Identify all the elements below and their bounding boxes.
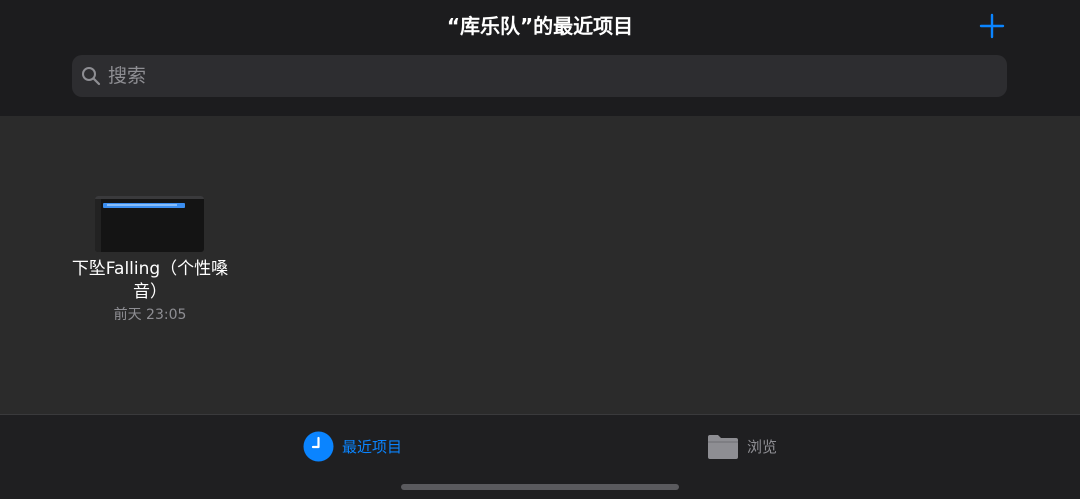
plus-icon bbox=[979, 13, 1005, 39]
project-date: 前天 23:05 bbox=[113, 307, 187, 323]
tab-recent-label: 最近项目 bbox=[342, 437, 403, 456]
search-icon bbox=[82, 67, 101, 86]
thumbnail-waveform bbox=[107, 204, 177, 206]
tab-browse-label: 浏览 bbox=[747, 437, 778, 456]
thumbnail-toolbar bbox=[95, 196, 204, 199]
folder-icon bbox=[708, 435, 738, 459]
search-bar[interactable] bbox=[72, 55, 1007, 97]
tab-recent[interactable]: 最近项目 bbox=[303, 430, 402, 462]
search-input[interactable] bbox=[108, 55, 988, 97]
home-indicator[interactable] bbox=[401, 484, 679, 490]
thumbnail-track-header bbox=[95, 199, 101, 252]
header: “库乐队”的最近项目 bbox=[0, 0, 1080, 116]
tab-bar: 最近项目 浏览 bbox=[0, 414, 1080, 499]
tab-browse[interactable]: 浏览 bbox=[707, 430, 777, 462]
clock-icon bbox=[303, 431, 334, 461]
add-button[interactable] bbox=[978, 12, 1006, 40]
project-thumbnail[interactable] bbox=[95, 196, 204, 252]
page-title: “库乐队”的最近项目 bbox=[446, 14, 634, 38]
project-name[interactable]: 下坠Falling（个性嗓音） bbox=[70, 258, 230, 304]
app-root: “库乐队”的最近项目 下坠Falling（个性嗓音） 前天 23:05 bbox=[0, 0, 1080, 499]
